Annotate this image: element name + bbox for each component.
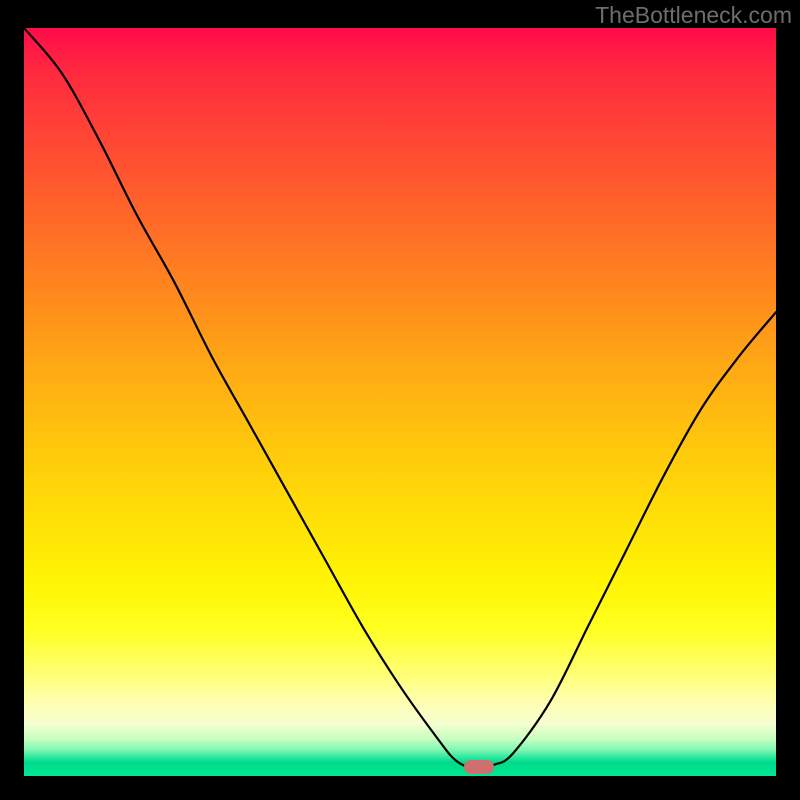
bottleneck-curve (24, 28, 776, 776)
optimum-marker (464, 760, 494, 773)
watermark-text: TheBottleneck.com (595, 2, 792, 29)
plot-area (24, 28, 776, 776)
chart-frame: TheBottleneck.com (0, 0, 800, 800)
